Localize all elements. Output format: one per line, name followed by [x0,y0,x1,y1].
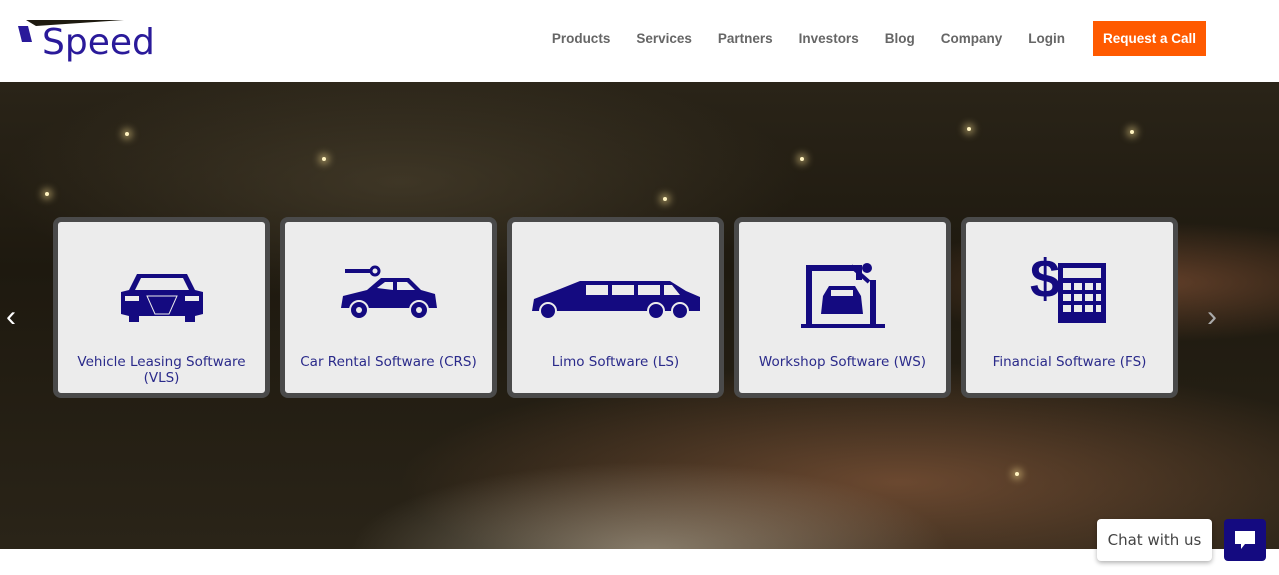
nav-company[interactable]: Company [941,31,1003,46]
product-label: Car Rental Software (CRS) [300,354,477,370]
header: Speed Products Services Partners Investo… [0,0,1279,82]
city-light [45,192,49,196]
chat-icon [1235,531,1255,549]
city-light [663,197,667,201]
chat-button[interactable] [1224,519,1266,561]
nav-products[interactable]: Products [552,31,611,46]
car-front-icon [120,274,203,322]
carousel-next-arrow[interactable]: › [1207,300,1217,334]
product-label: Financial Software (FS) [992,354,1147,370]
request-call-button[interactable]: Request a Call [1092,20,1206,56]
nav-login[interactable]: Login [1028,31,1065,46]
nav-services[interactable]: Services [636,31,692,46]
nav-partners[interactable]: Partners [718,31,773,46]
nav-blog[interactable]: Blog [885,31,915,46]
city-light [1015,472,1019,476]
calculator-dollar-icon: $ [1030,249,1106,323]
city-light [322,157,326,161]
limousine-icon [531,281,700,320]
city-light [967,127,971,131]
hero-carousel: ‹ › Vehicle Leasing Software (VLS) Car R… [0,82,1279,549]
city-light [800,157,804,161]
car-repair-icon [800,263,885,328]
city-light [1130,130,1134,134]
car-key-icon [340,265,437,320]
product-label: Limo Software (LS) [551,354,680,370]
main-nav: Products Services Partners Investors Blo… [526,20,1206,56]
product-card-vls[interactable]: Vehicle Leasing Software (VLS) [53,217,270,398]
page-bottom [0,549,1279,575]
nav-investors[interactable]: Investors [799,31,859,46]
chat-label[interactable]: Chat with us [1097,519,1212,561]
logo-text: Speed [42,22,155,63]
svg-text:$: $ [1030,249,1060,309]
product-card-ws[interactable]: Workshop Software (WS) [734,217,951,398]
product-label: Vehicle Leasing Software (VLS) [77,354,246,386]
logo[interactable]: Speed [16,18,161,68]
carousel-prev-arrow[interactable]: ‹ [6,300,16,334]
product-card-crs[interactable]: Car Rental Software (CRS) [280,217,497,398]
product-card-fs[interactable]: $ Financial Software (FS) [961,217,1178,398]
product-label: Workshop Software (WS) [758,354,927,370]
product-card-ls[interactable]: Limo Software (LS) [507,217,724,398]
city-light [125,132,129,136]
